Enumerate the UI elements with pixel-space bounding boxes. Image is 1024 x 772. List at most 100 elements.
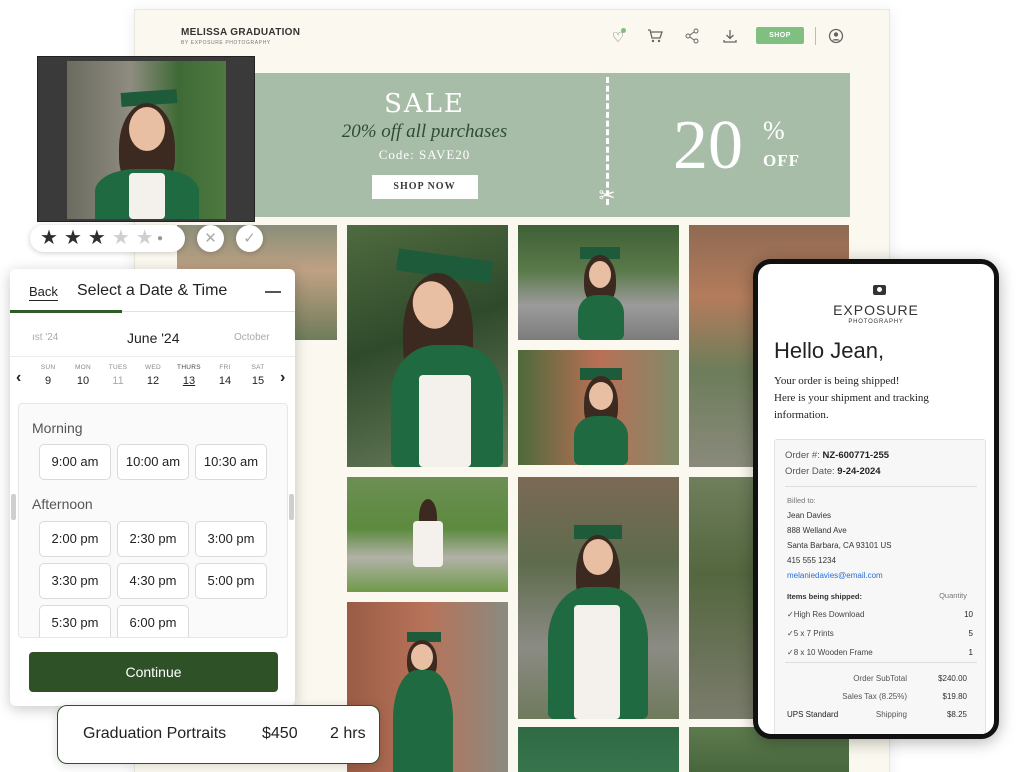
month-current: June '24 <box>127 330 180 346</box>
day-name: MON <box>74 364 92 371</box>
day-name: THURS <box>177 364 201 371</box>
chevron-right-icon[interactable]: › <box>280 369 285 387</box>
day-number: 14 <box>218 375 232 387</box>
header-accent <box>10 310 122 313</box>
shipped-item-name: ✓High Res Download <box>787 610 864 619</box>
star-icon[interactable]: ★ <box>64 227 88 249</box>
email-logo: EXPOSURE <box>833 302 919 318</box>
time-slot[interactable]: 10:00 am <box>117 444 189 480</box>
quantity-label: Quantity <box>939 591 967 600</box>
item-name-text: 5 x 7 Prints <box>793 629 834 638</box>
checkmark-icon: ✓ <box>787 629 794 638</box>
discount-off-label: OFF <box>763 151 800 170</box>
sale-title: SALE <box>384 89 465 119</box>
star-icon[interactable]: ★ <box>112 227 136 249</box>
gallery-photo[interactable] <box>347 225 508 467</box>
day-number: 10 <box>76 375 90 387</box>
service-price: $450 <box>262 725 298 742</box>
phone-mockup: EXPOSURE PHOTOGRAPHY Hello Jean, Your or… <box>753 259 999 739</box>
brand[interactable]: MELISSA GRADUATION BY EXPOSURE PHOTOGRAP… <box>181 27 300 46</box>
time-slot[interactable]: 4:30 pm <box>117 563 189 599</box>
order-date-row: Order Date: 9-24-2024 <box>785 466 881 477</box>
time-slot[interactable]: 10:30 am <box>195 444 267 480</box>
gallery-photo[interactable] <box>518 477 679 719</box>
time-slot[interactable]: 2:00 pm <box>39 521 111 557</box>
shipping-value: $8.25 <box>946 710 967 719</box>
carrier: UPS Standard <box>787 710 839 719</box>
item-name-text: High Res Download <box>793 610 865 619</box>
checkmark-icon: ✓ <box>787 648 794 657</box>
day-option[interactable]: FRI 14 <box>212 364 238 387</box>
time-slot[interactable]: 5:00 pm <box>195 563 267 599</box>
shipped-item-qty: 10 <box>964 610 973 619</box>
gallery-photo[interactable] <box>518 225 679 340</box>
service-name: Graduation Portraits <box>83 725 227 742</box>
order-card: Order #: NZ-600771-255 Order Date: 9-24-… <box>774 439 986 734</box>
day-option[interactable]: SAT 15 <box>245 364 271 387</box>
month-divider <box>10 356 295 357</box>
card-divider <box>785 486 977 487</box>
day-name: FRI <box>219 364 231 371</box>
day-option[interactable]: THURS 13 <box>176 364 202 387</box>
cart-icon[interactable] <box>646 28 664 46</box>
shop-button[interactable]: SHOP <box>756 27 804 44</box>
service-duration: 2 hrs <box>330 725 366 742</box>
day-option[interactable]: SUN 9 <box>35 364 61 387</box>
rating-stars[interactable]: ★★★★★ <box>40 227 160 249</box>
account-icon[interactable] <box>827 28 845 46</box>
day-number: 13 <box>182 375 196 387</box>
day-number: 9 <box>44 375 52 387</box>
month-next[interactable]: October <box>234 332 270 343</box>
chevron-left-icon[interactable]: ‹ <box>16 369 21 387</box>
time-slot[interactable]: 5:30 pm <box>39 605 111 637</box>
billed-to-label: Billed to: <box>787 496 816 505</box>
email-greeting: Hello Jean, <box>774 338 885 363</box>
day-option[interactable]: WED 12 <box>140 364 166 387</box>
time-slot[interactable]: 9:00 am <box>39 444 111 480</box>
discount-percent: % <box>763 116 785 145</box>
day-number: 11 <box>112 375 124 387</box>
scroll-handle-right[interactable] <box>289 494 294 520</box>
back-button[interactable]: Back <box>29 284 58 301</box>
billing-phone: 415 555 1234 <box>787 556 836 565</box>
billing-name: Jean Davies <box>787 511 832 520</box>
preview-photo <box>67 61 226 219</box>
heart-icon[interactable]: ♡ <box>609 28 627 46</box>
shop-now-button[interactable]: SHOP NOW <box>371 175 478 199</box>
time-slot[interactable]: 3:30 pm <box>39 563 111 599</box>
order-number-row: Order #: NZ-600771-255 <box>785 450 889 461</box>
subtotal-value: $240.00 <box>938 674 967 683</box>
gallery-photo[interactable] <box>347 477 508 592</box>
download-icon[interactable] <box>721 28 739 46</box>
brand-subtitle: BY EXPOSURE PHOTOGRAPHY <box>181 40 271 46</box>
day-number: 15 <box>251 375 265 387</box>
stage: MELISSA GRADUATION BY EXPOSURE PHOTOGRAP… <box>0 0 1024 772</box>
day-name: SAT <box>251 364 265 371</box>
time-slot[interactable]: 3:00 pm <box>195 521 267 557</box>
month-prev[interactable]: ıst '24 <box>32 332 58 343</box>
discount-number: 20 <box>673 107 743 184</box>
star-rating[interactable]: ★★★★★ ● <box>30 225 185 252</box>
gallery-photo[interactable] <box>518 350 679 465</box>
service-summary[interactable]: Graduation Portraits $450 2 hrs <box>57 705 380 764</box>
scheduler-title: Select a Date & Time <box>77 282 228 299</box>
time-slot[interactable]: 6:00 pm <box>117 605 189 637</box>
reject-button[interactable]: ✕ <box>197 225 224 252</box>
day-option[interactable]: TUES 11 <box>105 364 131 387</box>
billing-address-1: 888 Welland Ave <box>787 526 847 535</box>
star-icon[interactable]: ★ <box>40 227 64 249</box>
day-option[interactable]: MON 10 <box>70 364 96 387</box>
time-slot[interactable]: 2:30 pm <box>117 521 189 557</box>
order-date-label: Order Date: <box>785 466 835 477</box>
billing-email[interactable]: melaniedavies@email.com <box>787 571 883 580</box>
shipped-item-name: ✓8 x 10 Wooden Frame <box>787 648 873 657</box>
minimize-icon[interactable] <box>265 291 281 293</box>
star-icon[interactable]: ★ <box>88 227 112 249</box>
share-icon[interactable] <box>683 28 701 46</box>
item-name-text: 8 x 10 Wooden Frame <box>793 648 873 657</box>
continue-button[interactable]: Continue <box>29 652 278 692</box>
scroll-handle-left[interactable] <box>11 494 16 520</box>
approve-button[interactable]: ✓ <box>236 225 263 252</box>
gallery-photo[interactable] <box>518 727 679 772</box>
photo-preview-frame <box>37 56 255 222</box>
